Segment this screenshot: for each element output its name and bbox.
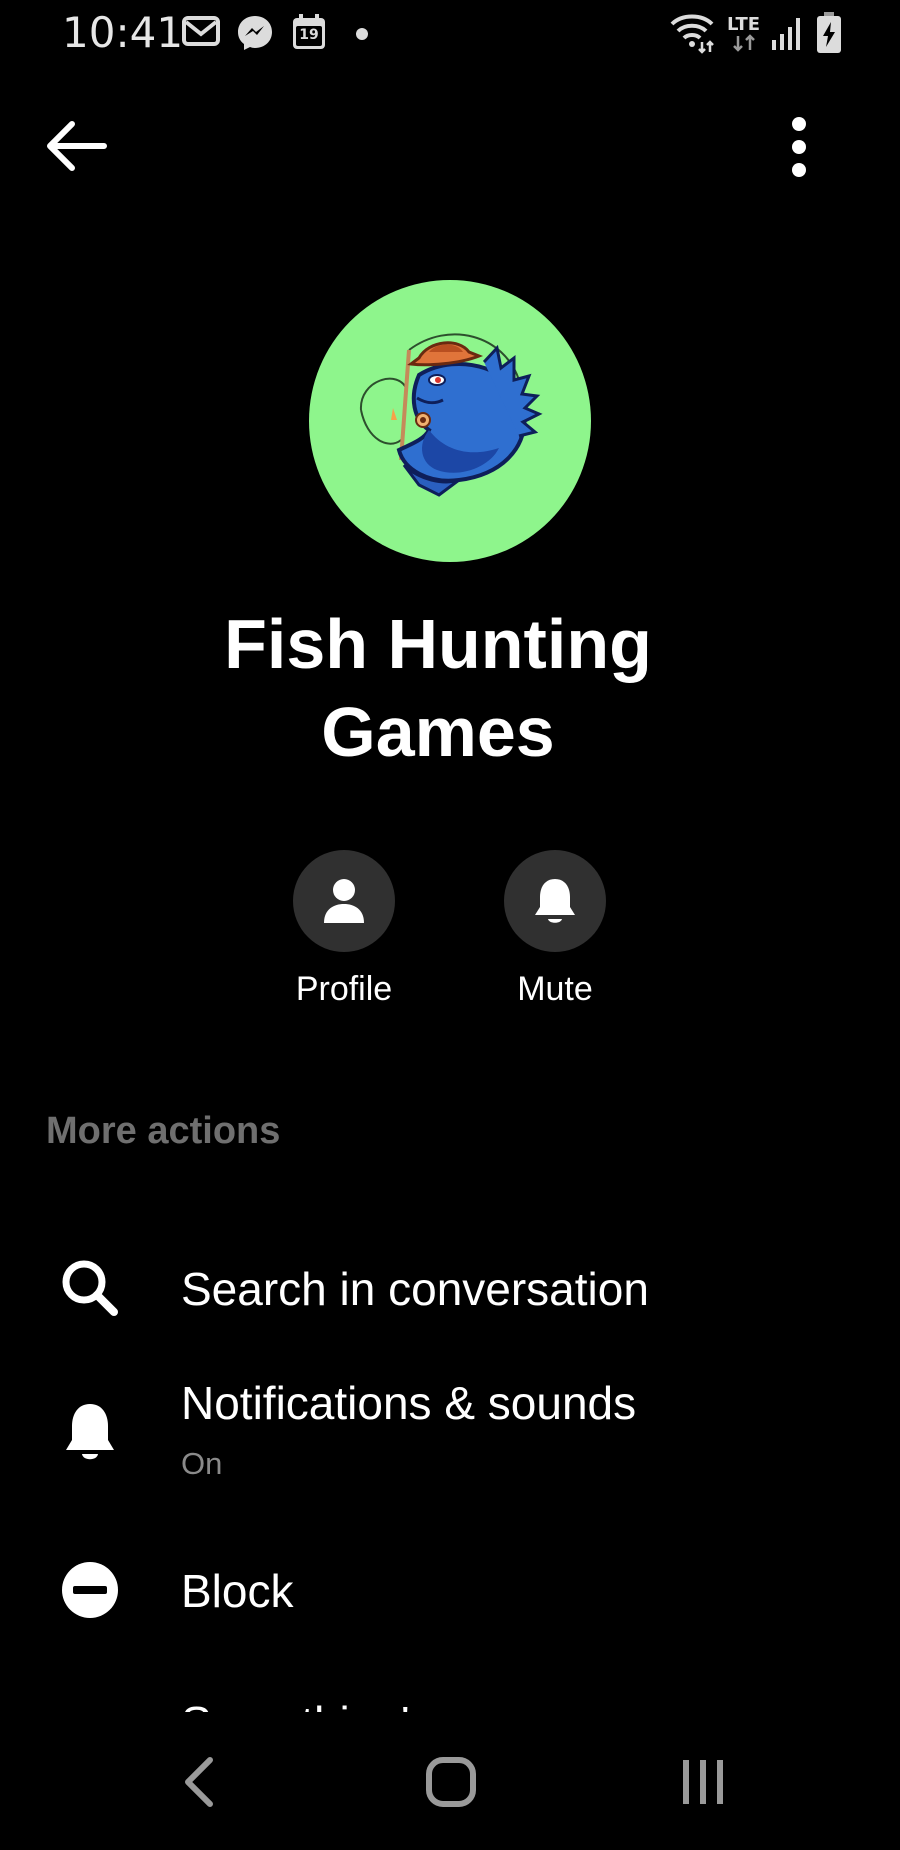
lte-arrows-icon <box>733 34 755 52</box>
gmail-icon <box>182 16 220 46</box>
more-options-button[interactable] <box>776 112 822 182</box>
notifications-status: On <box>181 1446 223 1481</box>
nav-back-button[interactable] <box>178 1756 218 1808</box>
profile-circle[interactable] <box>293 850 395 952</box>
lte-indicator: LTE <box>727 14 761 35</box>
block-row[interactable]: Block <box>0 1540 900 1640</box>
mute-label: Mute <box>517 970 593 1008</box>
back-button[interactable] <box>44 118 110 174</box>
nav-recents-button[interactable] <box>680 1756 726 1808</box>
more-actions-header: More actions <box>46 1110 281 1152</box>
notification-dot <box>356 28 368 40</box>
search-in-conversation-row[interactable]: Search in conversation <box>0 1240 900 1340</box>
signal-icon <box>772 18 800 50</box>
somethings-wrong-label: Something's wrong <box>181 1697 571 1712</box>
wifi-icon <box>670 14 714 54</box>
calendar-day: 19 <box>299 27 319 43</box>
block-label: Block <box>181 1565 294 1617</box>
nav-home-button[interactable] <box>425 1756 477 1808</box>
notifications-sounds-row[interactable]: Notifications & sounds On <box>0 1370 900 1500</box>
battery-charging-icon <box>817 12 841 53</box>
search-in-conversation-label: Search in conversation <box>181 1263 649 1315</box>
bell-icon <box>535 879 575 923</box>
profile-button[interactable]: Profile <box>254 850 434 1009</box>
somethings-wrong-row[interactable]: Something's wrong <box>181 1690 571 1712</box>
block-icon <box>62 1562 118 1618</box>
calendar-icon: 19 <box>292 14 326 50</box>
profile-label: Profile <box>295 970 393 1008</box>
fish-logo-icon <box>359 333 543 497</box>
messenger-icon <box>238 16 272 50</box>
status-bar: 10:41 19 LTE <box>0 0 900 72</box>
mute-circle[interactable] <box>504 850 606 952</box>
conversation-settings-screen: 10:41 19 LTE Fish Hunting Games Profile … <box>0 0 900 1850</box>
conversation-title: Fish Hunting Games <box>224 605 652 771</box>
notifications-sounds-label: Notifications & sounds <box>181 1377 637 1429</box>
avatar[interactable] <box>309 280 591 562</box>
system-nav-bar <box>0 1712 900 1850</box>
mute-button[interactable]: Mute <box>465 850 645 1009</box>
bell-icon <box>66 1404 114 1460</box>
status-time: 10:41 <box>62 8 184 57</box>
person-icon <box>324 879 364 923</box>
search-icon <box>62 1260 118 1316</box>
